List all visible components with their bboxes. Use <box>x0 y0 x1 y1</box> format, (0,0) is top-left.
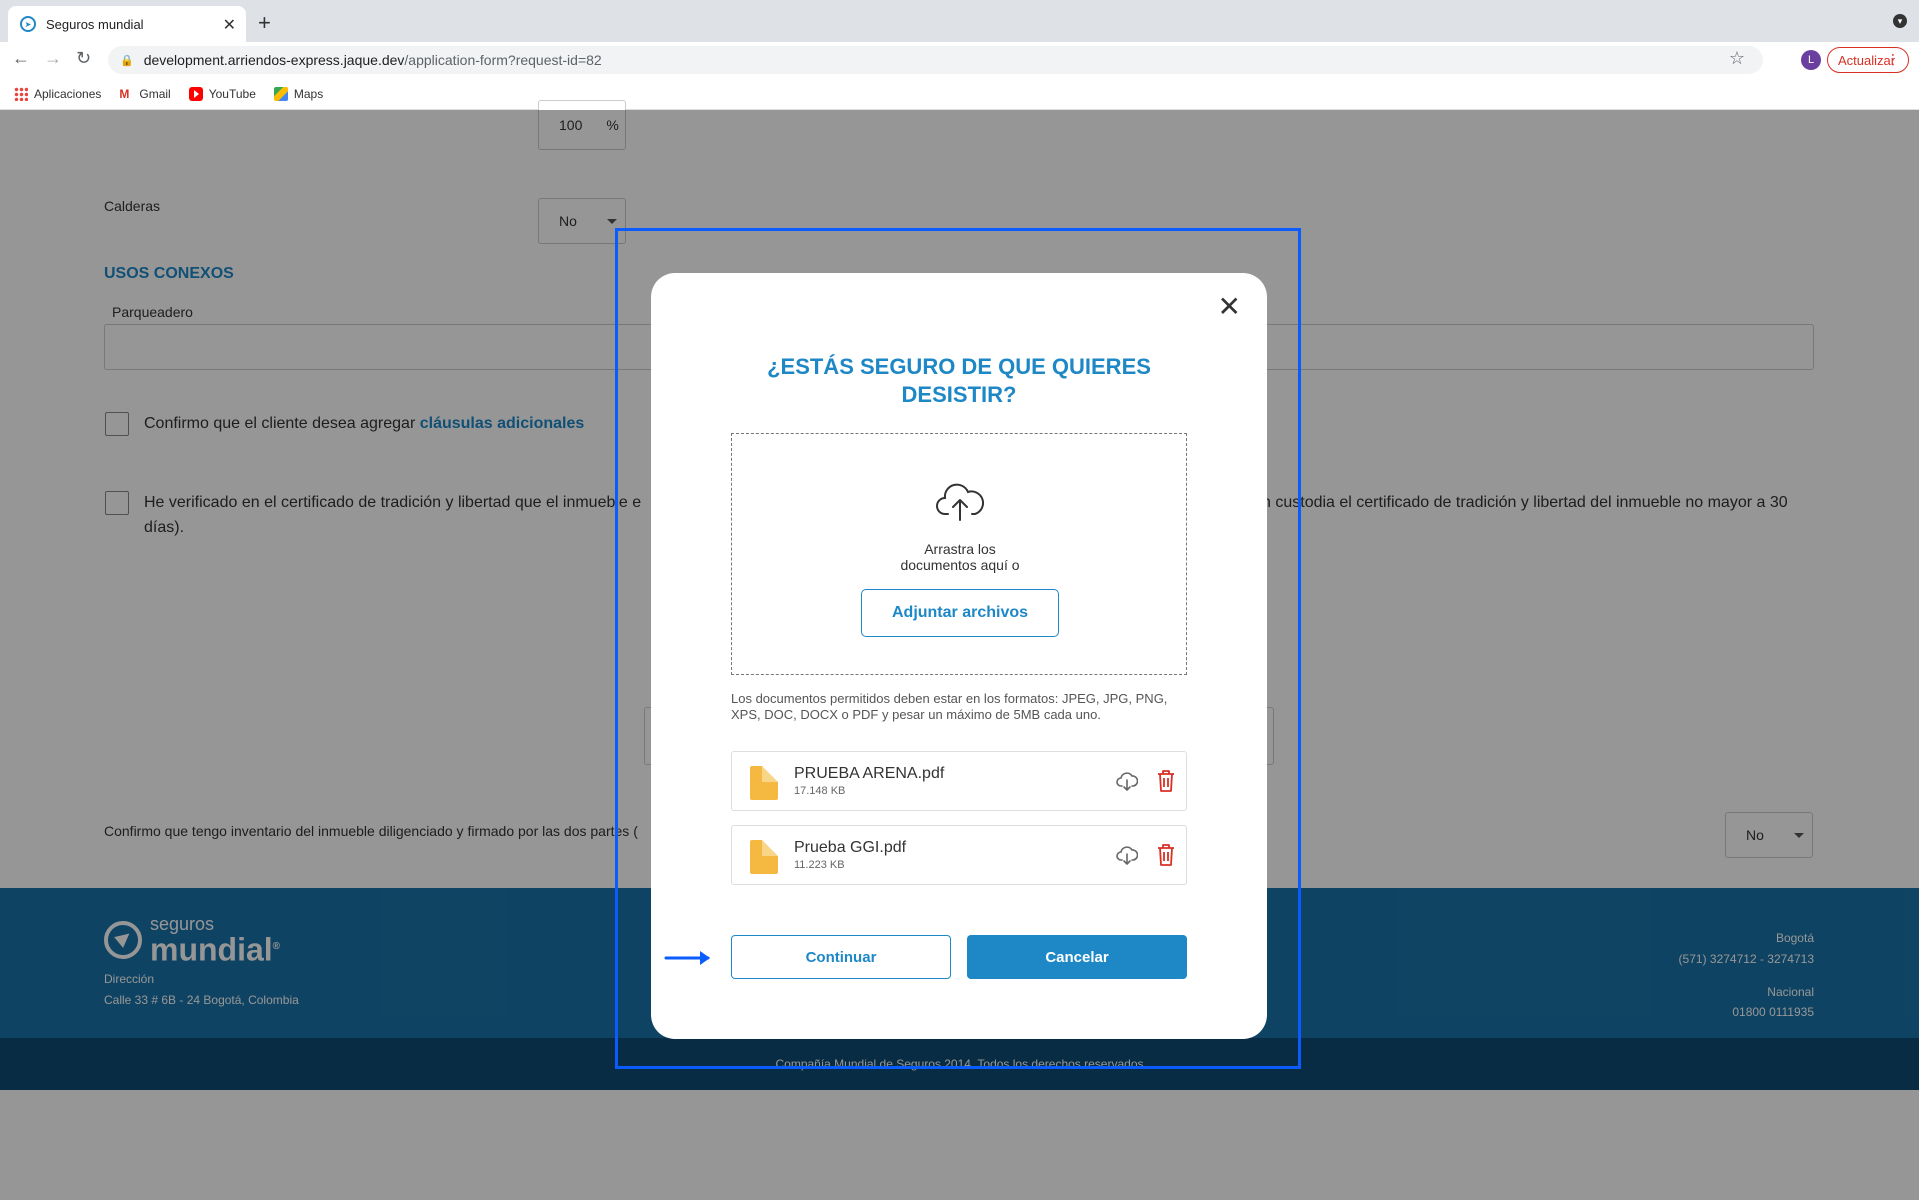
tab-search-icon[interactable]: ▾ <box>1893 14 1907 28</box>
maps-icon <box>273 86 288 101</box>
dropzone-text: Arrastra los documentos aquí o <box>732 541 1188 573</box>
bookmark-label: Maps <box>293 86 324 101</box>
lock-icon: 🔒 <box>120 54 134 67</box>
bookmark-star-icon[interactable]: ☆ <box>1729 48 1745 69</box>
cloud-download-icon[interactable] <box>1116 770 1138 792</box>
gmail-icon: M <box>119 86 130 101</box>
back-icon[interactable]: ← <box>12 48 30 69</box>
url-host: development.arriendos-express.jaque.dev <box>143 52 405 68</box>
file-item: Prueba GGI.pdf 11.223 KB <box>731 825 1187 885</box>
browser-toolbar: ← → ↻ 🔒 development.arriendos-express.ja… <box>0 42 1919 78</box>
document-icon <box>750 766 778 800</box>
tab-title: Seguros mundial <box>46 16 144 32</box>
formats-text: Los documentos permitidos deben estar en… <box>731 691 1168 722</box>
close-icon[interactable]: ✕ <box>1218 293 1241 321</box>
address-bar[interactable]: 🔒 development.arriendos-express.jaque.de… <box>108 46 1763 74</box>
cloud-upload-icon <box>936 483 984 521</box>
modal-title: ¿ESTÁS SEGURO DE QUE QUIERES DESISTIR? <box>767 354 1151 407</box>
profile-avatar[interactable]: L <box>1801 50 1821 70</box>
bookmark-apps[interactable]: Aplicaciones <box>14 86 102 101</box>
new-tab-icon[interactable]: + <box>258 12 271 34</box>
bookmark-label: YouTube <box>208 86 256 101</box>
trash-icon[interactable] <box>1156 843 1176 867</box>
bookmark-youtube[interactable]: YouTube <box>188 86 256 101</box>
bookmark-label: Aplicaciones <box>34 86 102 101</box>
kebab-menu-icon: ⋮ <box>1886 51 1900 67</box>
seguros-favicon-icon: ➤ <box>20 16 36 32</box>
file-name: PRUEBA ARENA.pdf <box>794 765 945 782</box>
url-path: /application-form?request-id=82 <box>404 52 602 68</box>
continue-button[interactable]: Continuar <box>731 935 951 979</box>
browser-tabbar: ➤ Seguros mundial ✕ + ▾ <box>0 0 1919 42</box>
file-name: Prueba GGI.pdf <box>794 839 907 856</box>
apps-grid-icon <box>14 86 28 101</box>
attach-files-button[interactable]: Adjuntar archivos <box>861 589 1059 637</box>
dropzone-text-2: documentos aquí o <box>900 557 1020 573</box>
file-dropzone[interactable]: Arrastra los documentos aquí o Adjuntar … <box>731 433 1187 675</box>
cloud-download-icon[interactable] <box>1116 844 1138 866</box>
file-size: 17.148 KB <box>794 785 846 797</box>
tab-close-icon[interactable]: ✕ <box>223 15 236 35</box>
file-size: 11.223 KB <box>794 859 845 871</box>
desist-modal: ✕ ¿ESTÁS SEGURO DE QUE QUIERES DESISTIR?… <box>651 273 1267 1039</box>
reload-icon[interactable]: ↻ <box>76 48 91 69</box>
forward-icon[interactable]: → <box>44 48 62 69</box>
file-item: PRUEBA ARENA.pdf 17.148 KB <box>731 751 1187 811</box>
bookmark-gmail[interactable]: M Gmail <box>119 87 170 101</box>
bookmarks-bar: Aplicaciones M Gmail YouTube Maps <box>0 78 1919 110</box>
update-button[interactable]: Actualizar ⋮ <box>1827 47 1909 73</box>
bookmark-maps[interactable]: Maps <box>273 86 324 101</box>
annotation-arrow-icon <box>664 951 710 965</box>
browser-tab[interactable]: ➤ Seguros mundial ✕ <box>8 6 246 42</box>
bookmark-label: Gmail <box>139 86 171 101</box>
youtube-icon <box>188 86 203 101</box>
cancel-button[interactable]: Cancelar <box>967 935 1187 979</box>
trash-icon[interactable] <box>1156 769 1176 793</box>
dropzone-text-1: Arrastra los <box>924 541 996 557</box>
document-icon <box>750 840 778 874</box>
